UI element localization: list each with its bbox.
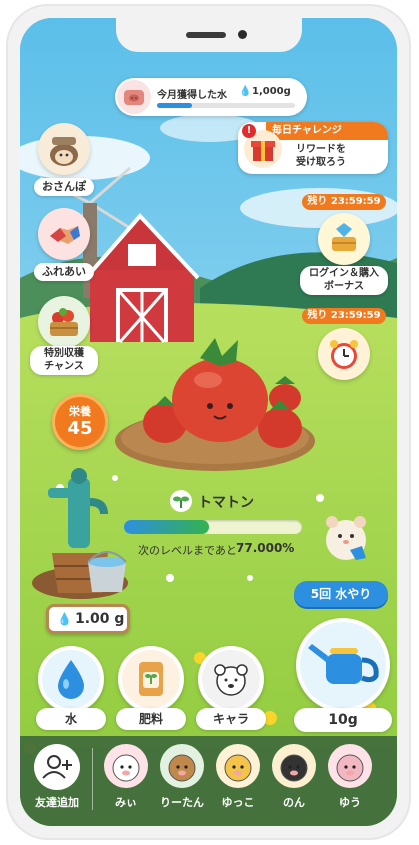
water-drop-icon: 💧 xyxy=(239,86,252,97)
bear-face-icon xyxy=(214,664,248,696)
nutrition-label: 栄養 xyxy=(69,405,91,418)
special-harvest-button[interactable] xyxy=(38,296,90,348)
friend-item[interactable]: りーたん xyxy=(156,744,208,814)
fertilizer-bag-icon xyxy=(139,662,163,696)
alert-badge-icon: ! xyxy=(242,124,256,138)
watering-can-button[interactable] xyxy=(296,618,390,712)
water-bucket xyxy=(87,551,127,592)
cat-icon xyxy=(272,744,316,788)
add-user-icon xyxy=(42,755,72,779)
water-action-label: 水 xyxy=(36,708,106,730)
touch-button[interactable] xyxy=(38,208,90,260)
watering-can-icon xyxy=(308,644,379,684)
friend-name: みぃ xyxy=(115,796,137,809)
diamond-basket-icon xyxy=(332,223,356,251)
next-level-value: 77.000% xyxy=(236,541,295,555)
walk-label: おさんぽ xyxy=(34,178,94,196)
chara-action-button[interactable] xyxy=(198,646,264,712)
monthly-water-panel: 今月獲得した水 💧 1,000g xyxy=(115,78,307,116)
rabbit-icon xyxy=(328,744,372,788)
watering-amount-label: 10g xyxy=(294,708,392,732)
phone-frame: 今月獲得した水 💧 1,000g おさんぽ ふれあい 特別収穫 チャンス 毎日チ… xyxy=(6,4,411,840)
friend-list: みぃ りーたん ゆっこ のん ゆう xyxy=(100,744,390,814)
handshake-icon xyxy=(50,226,80,244)
next-level-label: 次のレベルまであと xyxy=(138,544,237,557)
plant-level-progress xyxy=(124,520,302,534)
tomaton-character[interactable] xyxy=(130,328,310,458)
nutrition-value: 45 xyxy=(67,418,93,439)
daily-challenge-text: リワードを 受け取ろう xyxy=(296,144,346,168)
friend-name: ゆう xyxy=(339,796,361,809)
game-screen: 今月獲得した水 💧 1,000g おさんぽ ふれあい 特別収穫 チャンス 毎日チ… xyxy=(20,18,397,826)
friend-name: ゆっこ xyxy=(221,796,255,809)
login-bonus-label: ログイン＆購入 ボーナス xyxy=(300,266,388,295)
fertilizer-action-button[interactable] xyxy=(118,646,184,712)
monthly-water-progress xyxy=(157,103,295,108)
monthly-water-value: 1,000g xyxy=(252,86,291,97)
monthly-water-label: 今月獲得した水 xyxy=(157,90,227,101)
phone-notch xyxy=(116,18,302,52)
water-stock-panel: 💧 1.00 g xyxy=(46,604,130,634)
harvest-basket-icon xyxy=(50,308,78,336)
special-harvest-label: 特別収穫 チャンス xyxy=(30,346,98,375)
friends-divider xyxy=(92,748,93,810)
water-drop-icon: 💧 xyxy=(57,612,72,626)
touch-label: ふれあい xyxy=(34,263,94,281)
add-friend-label: 友達追加 xyxy=(35,796,79,809)
login-bonus-button[interactable] xyxy=(318,213,370,265)
walk-button[interactable] xyxy=(38,123,90,175)
friend-item[interactable]: みぃ xyxy=(100,744,152,814)
alarm-clock-icon xyxy=(330,340,358,369)
giraffe-icon xyxy=(216,744,260,788)
add-friend-button[interactable] xyxy=(34,744,80,790)
nutrition-badge: 栄養 45 xyxy=(52,394,108,450)
sprout-icon xyxy=(170,490,192,512)
chara-action-label: キャラ xyxy=(196,708,266,730)
friend-item[interactable]: ゆう xyxy=(324,744,376,814)
friend-name: のん xyxy=(283,796,305,809)
water-action-button[interactable] xyxy=(38,646,104,712)
plant-name: トマトン xyxy=(198,495,254,511)
friend-item[interactable]: のん xyxy=(268,744,320,814)
friend-name: りーたん xyxy=(160,796,204,809)
alarm-timer: 残り 23:59:59 xyxy=(302,308,386,324)
cow-icon xyxy=(104,744,148,788)
fertilizer-action-label: 肥料 xyxy=(116,708,186,730)
water-times-button[interactable]: 5回 水やり xyxy=(294,581,388,607)
alarm-button[interactable] xyxy=(318,328,370,380)
daily-challenge-card[interactable]: 毎日チャレンジ ! リワードを 受け取ろう xyxy=(238,122,388,174)
daily-challenge-badge: 毎日チャレンジ xyxy=(266,122,388,140)
water-drop-icon xyxy=(58,660,84,699)
friend-item[interactable]: ゆっこ xyxy=(212,744,264,814)
pig-icon xyxy=(117,80,151,114)
hedgehog-explorer-icon xyxy=(50,137,78,166)
water-stock-value: 1.00 g xyxy=(75,611,125,627)
hamster-mascot[interactable] xyxy=(320,506,372,566)
login-bonus-timer: 残り 23:59:59 xyxy=(302,194,386,210)
monkey-icon xyxy=(160,744,204,788)
